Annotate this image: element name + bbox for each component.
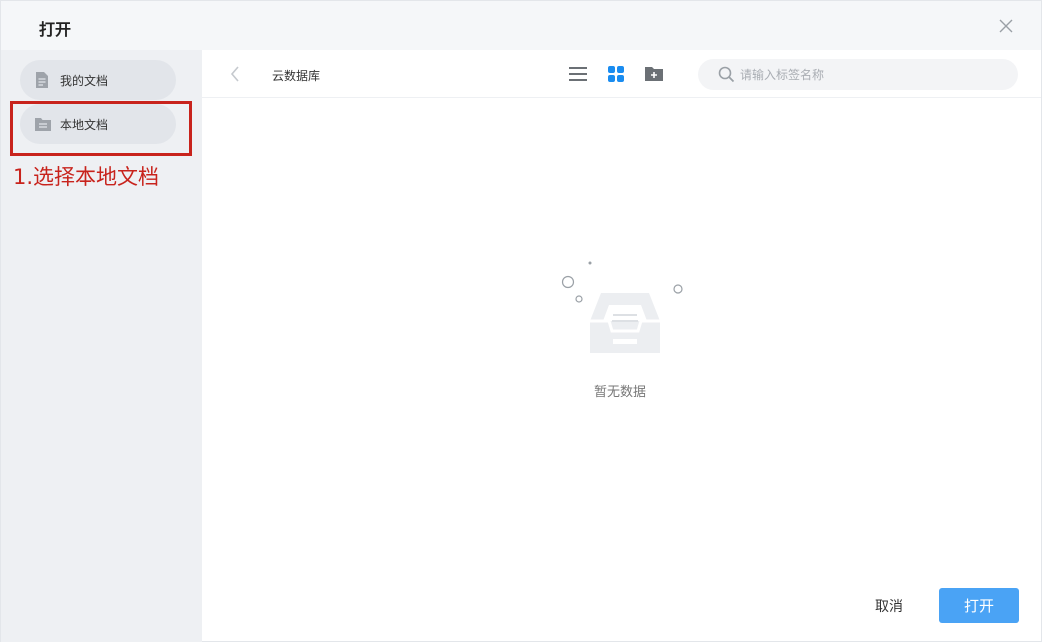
annotation-text: 1.选择本地文档 bbox=[13, 165, 160, 189]
close-icon[interactable] bbox=[997, 17, 1015, 35]
document-icon bbox=[36, 72, 48, 88]
dialog-title: 打开 bbox=[39, 20, 72, 39]
main-toolbar: 云数据库 bbox=[202, 50, 1041, 98]
sidebar-item-my-documents[interactable]: 我的文档 bbox=[20, 60, 176, 100]
search-box bbox=[698, 59, 1018, 90]
open-dialog: 打开 我的文档 本地文档 1.选择本地文档 云数据库 请输入标签名称 暂无数据 … bbox=[0, 0, 1042, 642]
cancel-button[interactable]: 取消 bbox=[869, 593, 909, 619]
new-folder-icon[interactable] bbox=[644, 65, 664, 83]
dialog-titlebar: 打开 bbox=[1, 1, 1041, 50]
empty-inbox-icon bbox=[561, 261, 683, 353]
empty-state-text: 暂无数据 bbox=[594, 385, 647, 400]
list-view-icon[interactable] bbox=[568, 65, 588, 83]
search-input[interactable] bbox=[740, 63, 1000, 86]
chevron-left-icon[interactable] bbox=[229, 65, 241, 83]
sidebar-item-label: 我的文档 bbox=[60, 74, 109, 88]
search-icon bbox=[718, 66, 735, 83]
annotation-highlight-box bbox=[10, 101, 192, 156]
breadcrumb[interactable]: 云数据库 bbox=[272, 67, 320, 84]
grid-view-icon[interactable] bbox=[607, 65, 625, 83]
open-button[interactable]: 打开 bbox=[939, 588, 1019, 623]
